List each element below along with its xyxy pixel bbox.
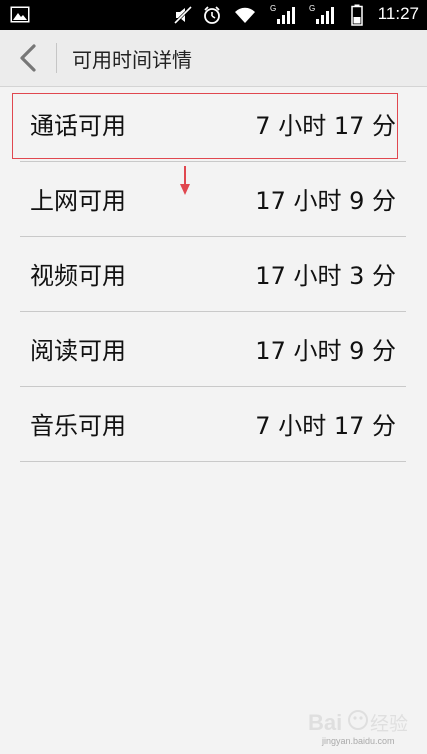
battery-icon	[351, 4, 363, 26]
list-item-reading[interactable]: 阅读可用 17 小时 9 分	[20, 311, 406, 387]
list-item-value: 17 小时 9 分	[255, 337, 396, 365]
alarm-icon	[204, 6, 220, 24]
list-item-label: 通话可用	[30, 112, 126, 140]
image-icon	[10, 6, 30, 23]
list-item-value: 7 小时 17 分	[255, 112, 396, 140]
list-item-internet[interactable]: 上网可用 17 小时 9 分	[20, 161, 406, 237]
status-time: 11:27	[377, 4, 419, 23]
list-item-label: 上网可用	[30, 187, 126, 215]
baidu-watermark-logo: Bai 经验	[308, 710, 408, 735]
svg-text:Bai: Bai	[308, 710, 342, 735]
annotation-arrow-icon	[180, 166, 190, 195]
page-title: 可用时间详情	[72, 48, 192, 72]
list-item-value: 7 小时 17 分	[255, 412, 396, 440]
signal-1-icon	[277, 7, 295, 24]
list-item-calls[interactable]: 通话可用 7 小时 17 分	[20, 86, 406, 162]
status-bar: G G 11:27	[0, 0, 427, 30]
list-item-video[interactable]: 视频可用 17 小时 3 分	[20, 236, 406, 312]
wifi-icon	[235, 7, 255, 23]
list-item-label: 阅读可用	[30, 337, 126, 365]
mute-icon	[173, 5, 193, 25]
list-item-value: 17 小时 3 分	[255, 262, 396, 290]
list-item-label: 音乐可用	[30, 412, 126, 440]
signal-2-icon	[316, 7, 334, 24]
header-bar: 可用时间详情	[0, 30, 427, 87]
list-item-label: 视频可用	[30, 262, 126, 290]
list-item-music[interactable]: 音乐可用 7 小时 17 分	[20, 386, 406, 462]
chevron-left-icon[interactable]	[14, 42, 44, 74]
list-item-value: 17 小时 9 分	[255, 187, 396, 215]
svg-text:经验: 经验	[370, 713, 408, 735]
watermark-url: jingyan.baidu.com	[322, 736, 395, 746]
header-divider	[56, 43, 57, 73]
